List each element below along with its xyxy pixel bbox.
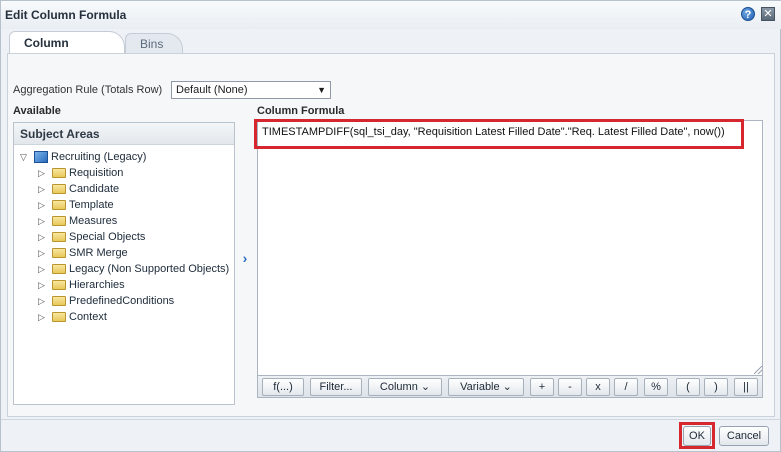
collapsed-triangle-icon[interactable]: ▷: [38, 278, 52, 292]
collapsed-triangle-icon[interactable]: ▷: [38, 214, 52, 228]
tree-item-label: PredefinedConditions: [69, 295, 175, 307]
minus-operator-button[interactable]: -: [558, 378, 582, 396]
aggregation-rule-value: Default (None): [176, 84, 248, 96]
folder-icon: [52, 280, 66, 290]
collapsed-triangle-icon[interactable]: ▷: [38, 230, 52, 244]
tree-item-special-objects[interactable]: ▷ Special Objects: [38, 230, 145, 244]
folder-icon: [52, 312, 66, 322]
collapsed-triangle-icon[interactable]: ▷: [38, 310, 52, 324]
ok-highlight-box: [679, 422, 715, 449]
tree-item-template[interactable]: ▷ Template: [38, 198, 114, 212]
tab-column-formula[interactable]: Column Formula: [9, 31, 125, 72]
filter-button[interactable]: Filter...: [310, 378, 362, 396]
tree-item-smr-merge[interactable]: ▷ SMR Merge: [38, 246, 128, 260]
column-formula-textarea[interactable]: TIMESTAMPDIFF(sql_tsi_day, "Requisition …: [257, 120, 763, 376]
tree-root-recruiting[interactable]: ▽ Recruiting (Legacy): [20, 150, 146, 164]
collapsed-triangle-icon[interactable]: ▷: [38, 246, 52, 260]
subject-areas-header: Subject Areas: [14, 123, 234, 145]
tree-item-label: Measures: [69, 215, 118, 227]
divide-operator-button[interactable]: /: [614, 378, 638, 396]
folder-icon: [52, 168, 66, 178]
folder-icon: [52, 264, 66, 274]
tree-item-label: Legacy (Non Supported Objects): [69, 263, 230, 275]
cancel-button[interactable]: Cancel: [719, 426, 769, 446]
folder-icon: [52, 184, 66, 194]
folder-icon: [52, 296, 66, 306]
tree-item-label: Special Objects: [69, 231, 146, 243]
concat-operator-button[interactable]: ||: [734, 378, 758, 396]
tree-item-hierarchies[interactable]: ▷ Hierarchies: [38, 278, 125, 292]
tree-item-legacy[interactable]: ▷ Legacy (Non Supported Objects): [38, 262, 229, 276]
tree-item-label: Template: [69, 199, 114, 211]
tree-item-label: Candidate: [69, 183, 120, 195]
tree-item-requisition[interactable]: ▷ Requisition: [38, 166, 123, 180]
dialog-titlebar: Edit Column Formula ? ✕: [1, 1, 781, 29]
formula-highlight-box: [254, 119, 744, 149]
dialog-title: Edit Column Formula: [5, 8, 127, 22]
folder-icon: [52, 216, 66, 226]
tree-item-candidate[interactable]: ▷ Candidate: [38, 182, 119, 196]
collapsed-triangle-icon[interactable]: ▷: [38, 294, 52, 308]
multiply-operator-button[interactable]: x: [586, 378, 610, 396]
tab-bins[interactable]: Bins: [125, 33, 183, 53]
open-paren-button[interactable]: (: [676, 378, 700, 396]
tree-item-label: Requisition: [69, 167, 124, 179]
tree-item-context[interactable]: ▷ Context: [38, 310, 107, 324]
dropdown-arrow-icon: ▼: [317, 85, 326, 95]
percent-operator-button[interactable]: %: [644, 378, 668, 396]
tree-item-measures[interactable]: ▷ Measures: [38, 214, 117, 228]
collapsed-triangle-icon[interactable]: ▷: [38, 262, 52, 276]
tree-item-label: Context: [69, 311, 107, 323]
tree-item-predefined-conditions[interactable]: ▷ PredefinedConditions: [38, 294, 174, 308]
collapsed-triangle-icon[interactable]: ▷: [38, 198, 52, 212]
aggregation-rule-label: Aggregation Rule (Totals Row): [13, 84, 163, 96]
footer-divider: [1, 419, 781, 420]
subject-areas-panel: Subject Areas ▽ Recruiting (Legacy) ▷ Requ…: [13, 122, 235, 405]
folder-icon: [52, 200, 66, 210]
column-dropdown-button[interactable]: Column ⌄: [368, 378, 442, 396]
help-icon[interactable]: ?: [741, 7, 755, 21]
function-button[interactable]: f(...): [262, 378, 304, 396]
close-icon[interactable]: ✕: [761, 7, 775, 21]
tree-item-label: Hierarchies: [69, 279, 125, 291]
column-formula-label: Column Formula: [257, 105, 345, 117]
close-paren-button[interactable]: ): [704, 378, 728, 396]
collapsed-triangle-icon[interactable]: ▷: [38, 166, 52, 180]
collapsed-triangle-icon[interactable]: ▷: [38, 182, 52, 196]
tree-root-label: Recruiting (Legacy): [51, 151, 147, 163]
tree-item-label: SMR Merge: [69, 247, 128, 259]
plus-operator-button[interactable]: +: [530, 378, 554, 396]
insert-arrow-icon[interactable]: ›: [239, 249, 251, 267]
available-label: Available: [13, 105, 61, 117]
resize-grip-icon[interactable]: [754, 366, 762, 374]
folder-icon: [52, 248, 66, 258]
edit-column-formula-dialog: Edit Column Formula ? ✕ Column Formula B…: [0, 0, 781, 452]
folder-icon: [52, 232, 66, 242]
variable-dropdown-button[interactable]: Variable ⌄: [448, 378, 524, 396]
aggregation-rule-select[interactable]: Default (None) ▼: [171, 81, 331, 99]
formula-toolbar: f(...) Filter... Column ⌄ Variable ⌄ + -…: [257, 376, 763, 398]
expanded-triangle-icon[interactable]: ▽: [20, 150, 34, 164]
subject-area-cube-icon: [34, 151, 48, 163]
